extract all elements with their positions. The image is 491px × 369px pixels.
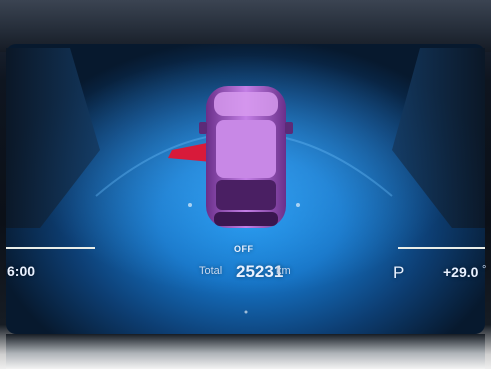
car-top-view <box>199 86 293 228</box>
temperature-unit: ° <box>482 264 487 276</box>
sensor-dot <box>244 310 248 314</box>
outside-temperature: +29.0 <box>443 264 479 280</box>
instrument-cluster-photo: OFF Total 25231 km 6:00 P +29.0 ° <box>0 0 491 369</box>
gear-indicator: P <box>393 263 405 282</box>
sensor-dot <box>296 203 300 207</box>
odometer-unit: km <box>276 265 291 277</box>
parking-status: OFF <box>234 244 254 254</box>
odometer-label: Total <box>199 265 223 277</box>
cluster-graphics-svg <box>6 48 485 314</box>
dashboard-lower-trim <box>6 334 485 369</box>
sensor-dot <box>188 203 192 207</box>
cluster-graphics <box>0 0 491 369</box>
clock-time: 6:00 <box>7 263 36 279</box>
